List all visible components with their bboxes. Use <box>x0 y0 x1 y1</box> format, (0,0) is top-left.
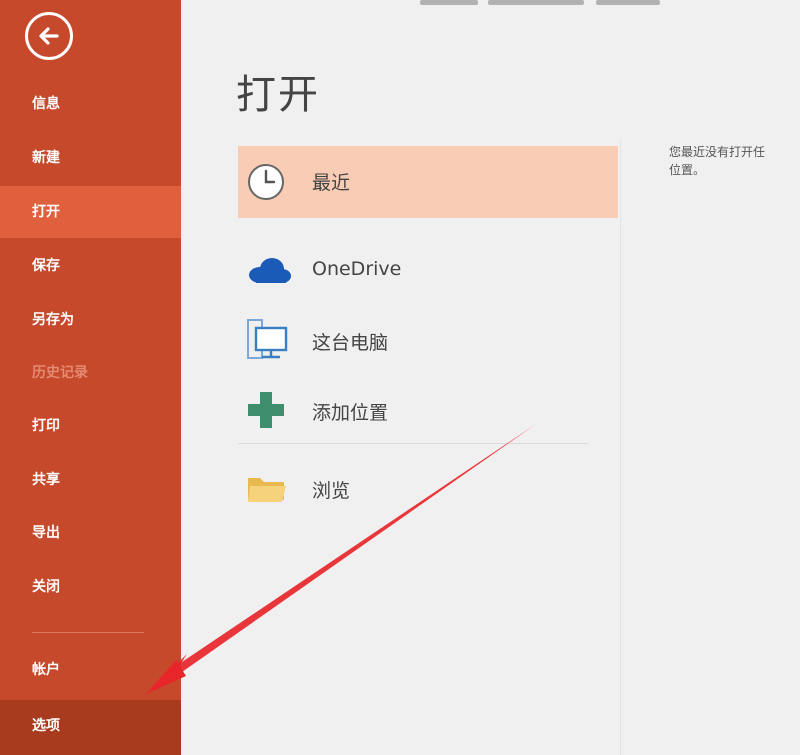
location-add-place[interactable]: 添加位置 <box>238 374 618 444</box>
location-label: 添加位置 <box>312 402 389 424</box>
location-browse[interactable]: 浏览 <box>238 454 618 520</box>
back-arrow-icon <box>39 27 59 45</box>
location-label: OneDrive <box>312 258 402 280</box>
back-button[interactable] <box>25 12 73 60</box>
location-label: 浏览 <box>312 480 351 502</box>
nav-item-print[interactable]: 打印 <box>0 400 181 452</box>
location-recent[interactable]: 最近 <box>238 146 618 218</box>
window-title-fragment <box>420 0 680 6</box>
location-onedrive[interactable]: OneDrive <box>238 234 618 304</box>
nav-item-share[interactable]: 共享 <box>0 454 181 506</box>
location-label: 最近 <box>312 172 351 194</box>
backstage-sidebar: 信息 新建 打开 保存 另存为 历史记录 打印 共享 导出 关闭 帐户 选项 <box>0 0 181 755</box>
nav-item-options[interactable]: 选项 <box>0 700 181 755</box>
computer-icon <box>247 319 288 359</box>
sidebar-divider <box>32 632 144 633</box>
clock-icon <box>248 164 284 200</box>
nav-item-account[interactable]: 帐户 <box>0 644 181 696</box>
nav-item-export[interactable]: 导出 <box>0 507 181 559</box>
nav-item-open[interactable]: 打开 <box>0 186 181 238</box>
message-line-2: 位置。 <box>669 163 706 177</box>
nav-item-info[interactable]: 信息 <box>0 78 181 130</box>
onedrive-cloud-icon <box>249 258 291 283</box>
nav-item-close[interactable]: 关闭 <box>0 561 181 613</box>
plus-icon <box>248 392 284 428</box>
page-title: 打开 <box>236 72 320 118</box>
message-line-1: 您最近没有打开任 <box>669 145 766 159</box>
recent-empty-message: 您最近没有打开任 位置。 <box>669 143 800 179</box>
location-label: 这台电脑 <box>312 332 389 354</box>
panel-separator <box>620 140 621 755</box>
nav-item-history: 历史记录 <box>32 365 88 381</box>
nav-item-save[interactable]: 保存 <box>0 240 181 292</box>
location-divider <box>238 443 588 444</box>
folder-icon <box>248 478 286 502</box>
nav-item-save-as[interactable]: 另存为 <box>0 294 181 346</box>
nav-item-new[interactable]: 新建 <box>0 132 181 184</box>
location-this-pc[interactable]: 这台电脑 <box>238 304 618 374</box>
